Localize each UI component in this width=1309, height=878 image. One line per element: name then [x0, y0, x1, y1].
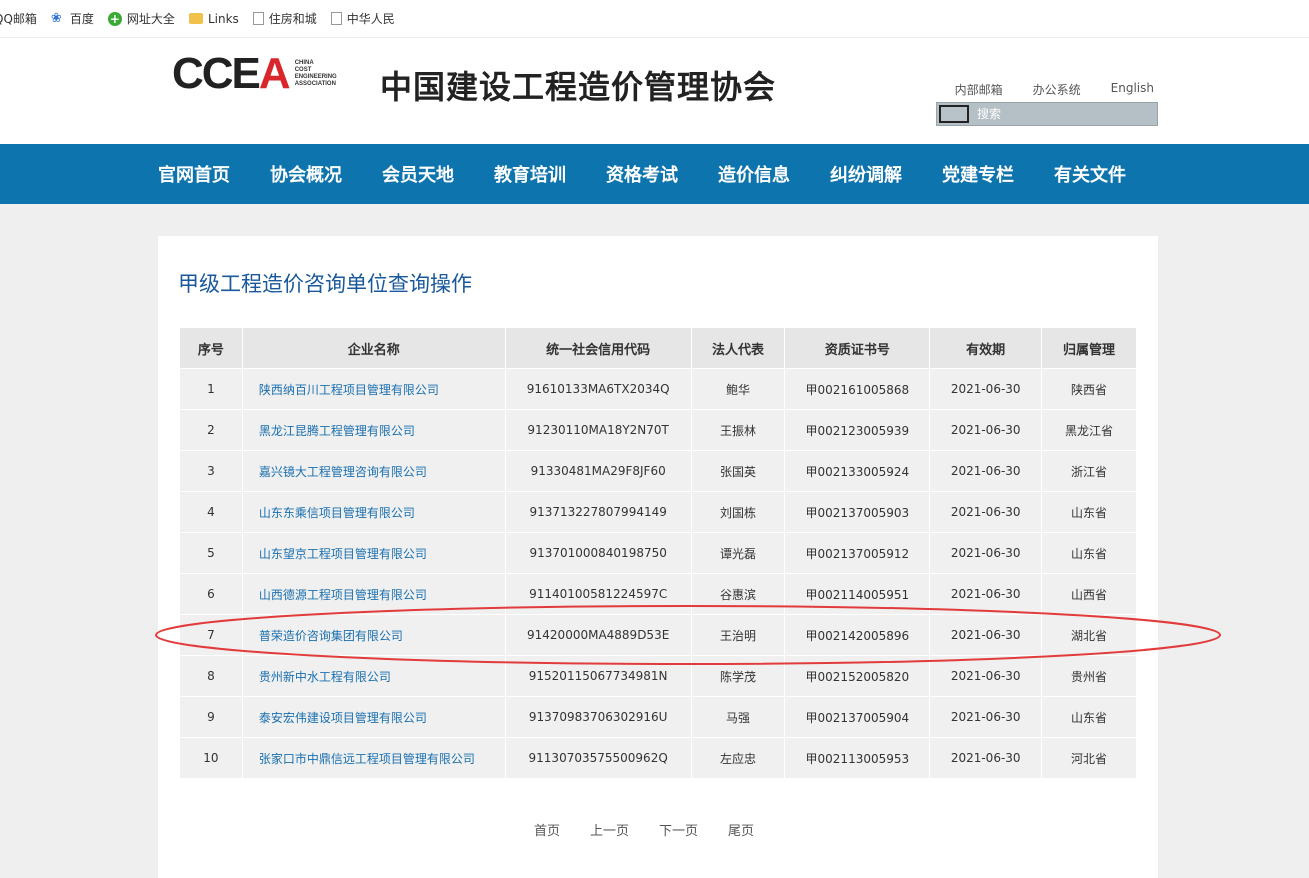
page-title: 甲级工程造价咨询单位查询操作 — [178, 272, 472, 296]
nav-exam[interactable]: 资格考试 — [606, 161, 678, 187]
bookmark-label: QQ邮箱 — [0, 12, 37, 26]
table-row: 6 山西德源工程项目管理有限公司 91140100581224597C 谷惠滨 … — [179, 573, 1137, 615]
nav-home[interactable]: 官网首页 — [158, 161, 230, 187]
pagination: 首页 上一页 下一页 尾页 — [534, 820, 784, 839]
bookmark-mohurd[interactable]: 住房和城 — [252, 10, 317, 27]
company-link[interactable]: 张家口市中鼎信远工程项目管理有限公司 — [241, 737, 506, 779]
company-link[interactable]: 泰安宏伟建设项目管理有限公司 — [241, 696, 506, 738]
table-header-row: 序号 企业名称 统一社会信用代码 法人代表 资质证书号 有效期 归属管理 — [179, 327, 1137, 369]
english-link[interactable]: English — [1111, 81, 1154, 98]
table-row: 5 山东望京工程项目管理有限公司 913701000840198750 谭光磊 … — [179, 532, 1137, 574]
main-nav: 官网首页 协会概况 会员天地 教育培训 资格考试 造价信息 纠纷调解 党建专栏 … — [0, 144, 1309, 204]
folder-icon — [188, 13, 203, 24]
company-link[interactable]: 贵州新中水工程有限公司 — [241, 655, 506, 697]
page-next[interactable]: 下一页 — [659, 820, 698, 839]
logo-mark: CCEA — [172, 49, 291, 98]
table-row: 3 嘉兴镜大工程管理咨询有限公司 91330481MA29F8JF60 张国英 … — [179, 450, 1137, 492]
baidu-paw-icon: ❀ — [50, 10, 62, 26]
company-link[interactable]: 山西德源工程项目管理有限公司 — [241, 573, 506, 615]
bookmarks-bar: QQ邮箱 ❀ 百度 + 网址大全 Links 住房和城 中华人民 — [0, 0, 1309, 38]
bookmark-hao123[interactable]: + 网址大全 — [107, 10, 175, 27]
col-validity: 有效期 — [929, 327, 1043, 369]
bookmark-label: 中华人民 — [346, 12, 395, 26]
nav-party[interactable]: 党建专栏 — [942, 161, 1014, 187]
col-company: 企业名称 — [241, 327, 506, 369]
search-button[interactable] — [939, 105, 969, 123]
page-icon — [252, 12, 264, 25]
page-last[interactable]: 尾页 — [728, 820, 754, 839]
ccea-logo[interactable]: CCEA CHINA COST ENGINEERING ASSOCIATION — [172, 52, 347, 96]
bookmark-qq-mail[interactable]: QQ邮箱 — [0, 10, 37, 27]
nav-members[interactable]: 会员天地 — [382, 161, 454, 187]
site-header: CCEA CHINA COST ENGINEERING ASSOCIATION … — [0, 38, 1309, 144]
bookmark-label: 住房和城 — [268, 12, 317, 26]
internal-mail-link[interactable]: 内部邮箱 — [955, 81, 1003, 98]
site-title: 中国建设工程造价管理协会 — [380, 68, 777, 106]
bookmark-label: 网址大全 — [126, 12, 175, 26]
bookmark-baidu[interactable]: ❀ 百度 — [51, 10, 94, 27]
table-row: 8 贵州新中水工程有限公司 91520115067734981N 陈学茂 甲00… — [179, 655, 1137, 697]
logo-english: CHINA COST ENGINEERING ASSOCIATION — [294, 60, 337, 87]
table-row-highlighted: 7 普荣造价咨询集团有限公司 91420000MA4889D53E 王治明 甲0… — [179, 614, 1137, 656]
plus-circle-icon: + — [107, 11, 122, 26]
page-prev[interactable]: 上一页 — [590, 820, 629, 839]
col-certificate: 资质证书号 — [784, 327, 931, 369]
search-input[interactable] — [973, 105, 1153, 123]
col-credit-code: 统一社会信用代码 — [504, 327, 692, 369]
nav-education[interactable]: 教育培训 — [494, 161, 566, 187]
table-row: 1 陕西纳百川工程项目管理有限公司 91610133MA6TX2034Q 鲍华 … — [179, 368, 1137, 410]
company-link[interactable]: 山东望京工程项目管理有限公司 — [241, 532, 506, 574]
col-province: 归属管理 — [1041, 327, 1137, 369]
nav-documents[interactable]: 有关文件 — [1054, 161, 1126, 187]
company-link[interactable]: 嘉兴镜大工程管理咨询有限公司 — [241, 450, 506, 492]
company-link[interactable]: 陕西纳百川工程项目管理有限公司 — [241, 368, 506, 410]
bookmark-links[interactable]: Links — [188, 11, 239, 26]
results-table: 序号 企业名称 统一社会信用代码 法人代表 资质证书号 有效期 归属管理 1 陕… — [179, 327, 1137, 779]
nav-about[interactable]: 协会概况 — [270, 161, 342, 187]
top-links: 内部邮箱 办公系统 English — [925, 81, 1154, 98]
table-row: 2 黑龙江昆腾工程管理有限公司 91230110MA18Y2N70T 王振林 甲… — [179, 409, 1137, 451]
content-panel: 甲级工程造价咨询单位查询操作 序号 企业名称 统一社会信用代码 法人代表 资质证… — [158, 236, 1158, 878]
table-row: 9 泰安宏伟建设项目管理有限公司 91370983706302916U 马强 甲… — [179, 696, 1137, 738]
company-link[interactable]: 山东东乘信项目管理有限公司 — [241, 491, 506, 533]
company-link[interactable]: 黑龙江昆腾工程管理有限公司 — [241, 409, 506, 451]
bookmark-label: 百度 — [69, 12, 94, 26]
table-row: 4 山东东乘信项目管理有限公司 913713227807994149 刘国栋 甲… — [179, 491, 1137, 533]
table-row: 10 张家口市中鼎信远工程项目管理有限公司 91130703575500962Q… — [179, 737, 1137, 779]
col-index: 序号 — [179, 327, 243, 369]
page-first[interactable]: 首页 — [534, 820, 560, 839]
company-link[interactable]: 普荣造价咨询集团有限公司 — [241, 614, 506, 656]
bookmark-label: Links — [207, 11, 239, 26]
page-icon — [330, 12, 342, 25]
col-legal-rep: 法人代表 — [690, 327, 786, 369]
nav-cost-info[interactable]: 造价信息 — [718, 161, 790, 187]
bookmark-prc[interactable]: 中华人民 — [330, 10, 395, 27]
nav-mediation[interactable]: 纠纷调解 — [830, 161, 902, 187]
office-system-link[interactable]: 办公系统 — [1033, 81, 1081, 98]
search-box — [936, 102, 1158, 126]
